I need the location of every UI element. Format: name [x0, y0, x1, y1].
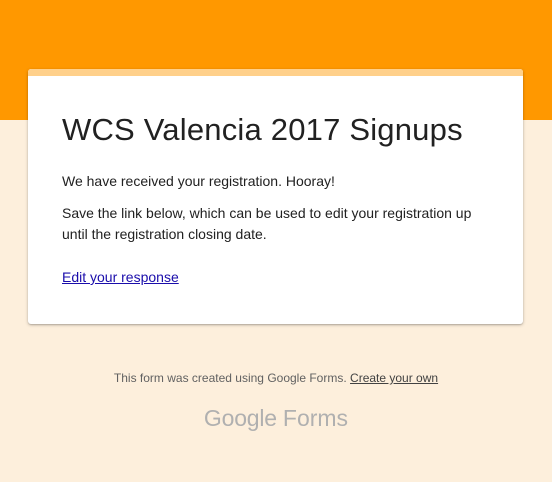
logo-google-text: Google: [203, 405, 277, 431]
create-your-own-link[interactable]: Create your own: [350, 371, 438, 385]
card-accent-bar: [28, 69, 523, 76]
footer-attribution: This form was created using Google Forms…: [0, 371, 552, 385]
footer-created-text: This form was created using Google Forms…: [113, 371, 347, 385]
confirmation-message: We have received your registration. Hoor…: [62, 173, 335, 189]
form-title: WCS Valencia 2017 Signups: [62, 112, 463, 147]
confirmation-card: WCS Valencia 2017 Signups We have receiv…: [28, 69, 523, 324]
edit-response-link[interactable]: Edit your response: [62, 269, 179, 285]
save-link-message: Save the link below, which can be used t…: [62, 205, 472, 242]
logo-forms-text: Forms: [282, 405, 349, 431]
google-forms-logo[interactable]: Google Forms: [0, 405, 552, 432]
